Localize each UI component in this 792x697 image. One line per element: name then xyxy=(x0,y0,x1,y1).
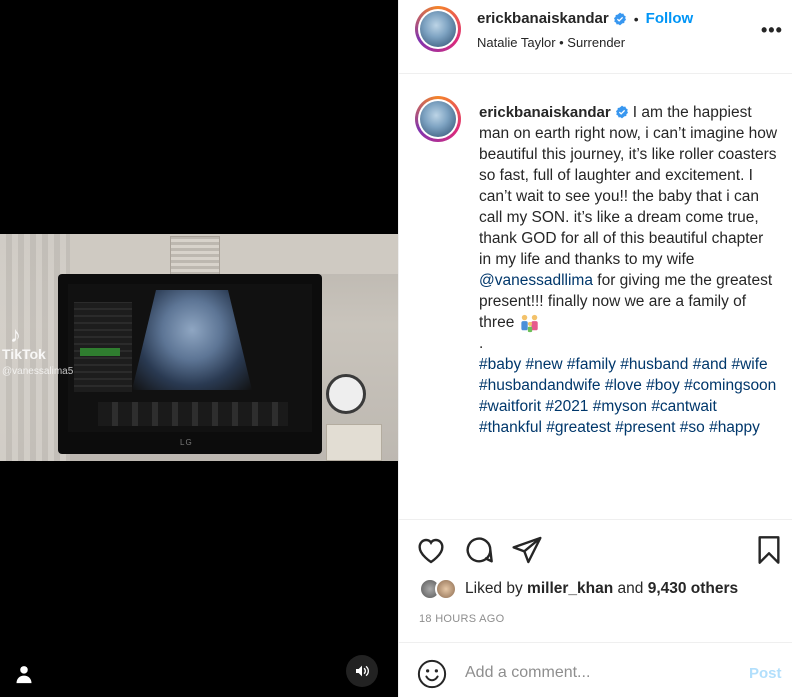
verified-badge-icon xyxy=(615,105,628,119)
post-header: erickbanaiskandar • Follow Natalie Taylo… xyxy=(399,0,792,74)
username-link[interactable]: erickbanaiskandar xyxy=(477,10,609,27)
heart-icon[interactable] xyxy=(415,534,447,566)
bookmark-icon[interactable] xyxy=(753,534,785,566)
user-icon[interactable] xyxy=(14,664,34,684)
screen-highlight xyxy=(80,348,120,356)
share-icon[interactable] xyxy=(511,534,543,566)
liker-username[interactable]: miller_khan xyxy=(527,580,613,597)
likes-prefix: Liked by xyxy=(465,580,523,597)
post-panel: erickbanaiskandar • Follow Natalie Taylo… xyxy=(398,0,792,697)
caption-text: erickbanaiskandar I am the happiest man … xyxy=(479,102,779,438)
avatar[interactable] xyxy=(415,6,461,52)
comment-icon[interactable] xyxy=(463,534,495,566)
ultrasound-monitor: LG xyxy=(58,274,322,454)
caption-separator: . xyxy=(479,335,484,352)
tiktok-watermark: TikTok xyxy=(2,346,46,362)
comment-bar: Post xyxy=(399,642,792,697)
audio-label[interactable]: Natalie Taylor • Surrender xyxy=(477,35,625,50)
family-emoji-icon xyxy=(521,314,538,332)
sound-button[interactable] xyxy=(346,655,378,687)
speaker-icon xyxy=(356,665,370,677)
liker-avatar[interactable] xyxy=(435,578,457,600)
wall xyxy=(70,234,398,274)
emoji-icon[interactable] xyxy=(417,659,447,689)
ceiling-vent xyxy=(170,236,220,276)
likes-others-link[interactable]: 9,430 others xyxy=(648,580,738,597)
post-media[interactable]: LG ♪ TikTok @vanessalima5 xyxy=(0,0,398,697)
likes-text: Liked by miller_khan and 9,430 others xyxy=(465,580,738,598)
screen-sidebar xyxy=(74,302,132,392)
caption-body: I am the happiest man on earth right now… xyxy=(479,104,778,268)
more-options-icon[interactable]: ••• xyxy=(761,20,783,41)
post-timestamp[interactable]: 18 HOURS AGO xyxy=(419,613,505,625)
video-frame[interactable]: LG ♪ TikTok @vanessalima5 xyxy=(0,234,398,461)
tiktok-handle: @vanessalima5 xyxy=(2,366,74,377)
likes-and: and xyxy=(617,580,644,597)
screen-controls xyxy=(98,402,288,426)
tiktok-logo-icon: ♪ xyxy=(10,322,21,347)
ultrasound-image xyxy=(132,290,252,390)
monitor-brand: LG xyxy=(180,438,193,447)
header-user-row: erickbanaiskandar • Follow xyxy=(477,10,693,27)
likes-row: Liked by miller_khan and 9,430 others xyxy=(419,576,738,602)
monitor-screen xyxy=(68,284,312,432)
caption-username[interactable]: erickbanaiskandar xyxy=(479,104,611,121)
caption-section: erickbanaiskandar I am the happiest man … xyxy=(399,74,792,520)
mention-link[interactable]: @vanessadllima xyxy=(479,272,593,289)
verified-badge-icon xyxy=(613,12,626,25)
action-bar xyxy=(399,534,792,570)
wall-clock xyxy=(326,374,366,414)
caption-avatar[interactable] xyxy=(415,96,461,142)
separator-dot: • xyxy=(633,10,639,27)
follow-button[interactable]: Follow xyxy=(646,10,694,27)
comment-input[interactable] xyxy=(465,657,735,689)
post-button[interactable]: Post xyxy=(749,665,782,682)
hashtags[interactable]: #baby #new #family #husband #and #wife #… xyxy=(479,356,776,436)
wall-panel xyxy=(326,424,382,461)
